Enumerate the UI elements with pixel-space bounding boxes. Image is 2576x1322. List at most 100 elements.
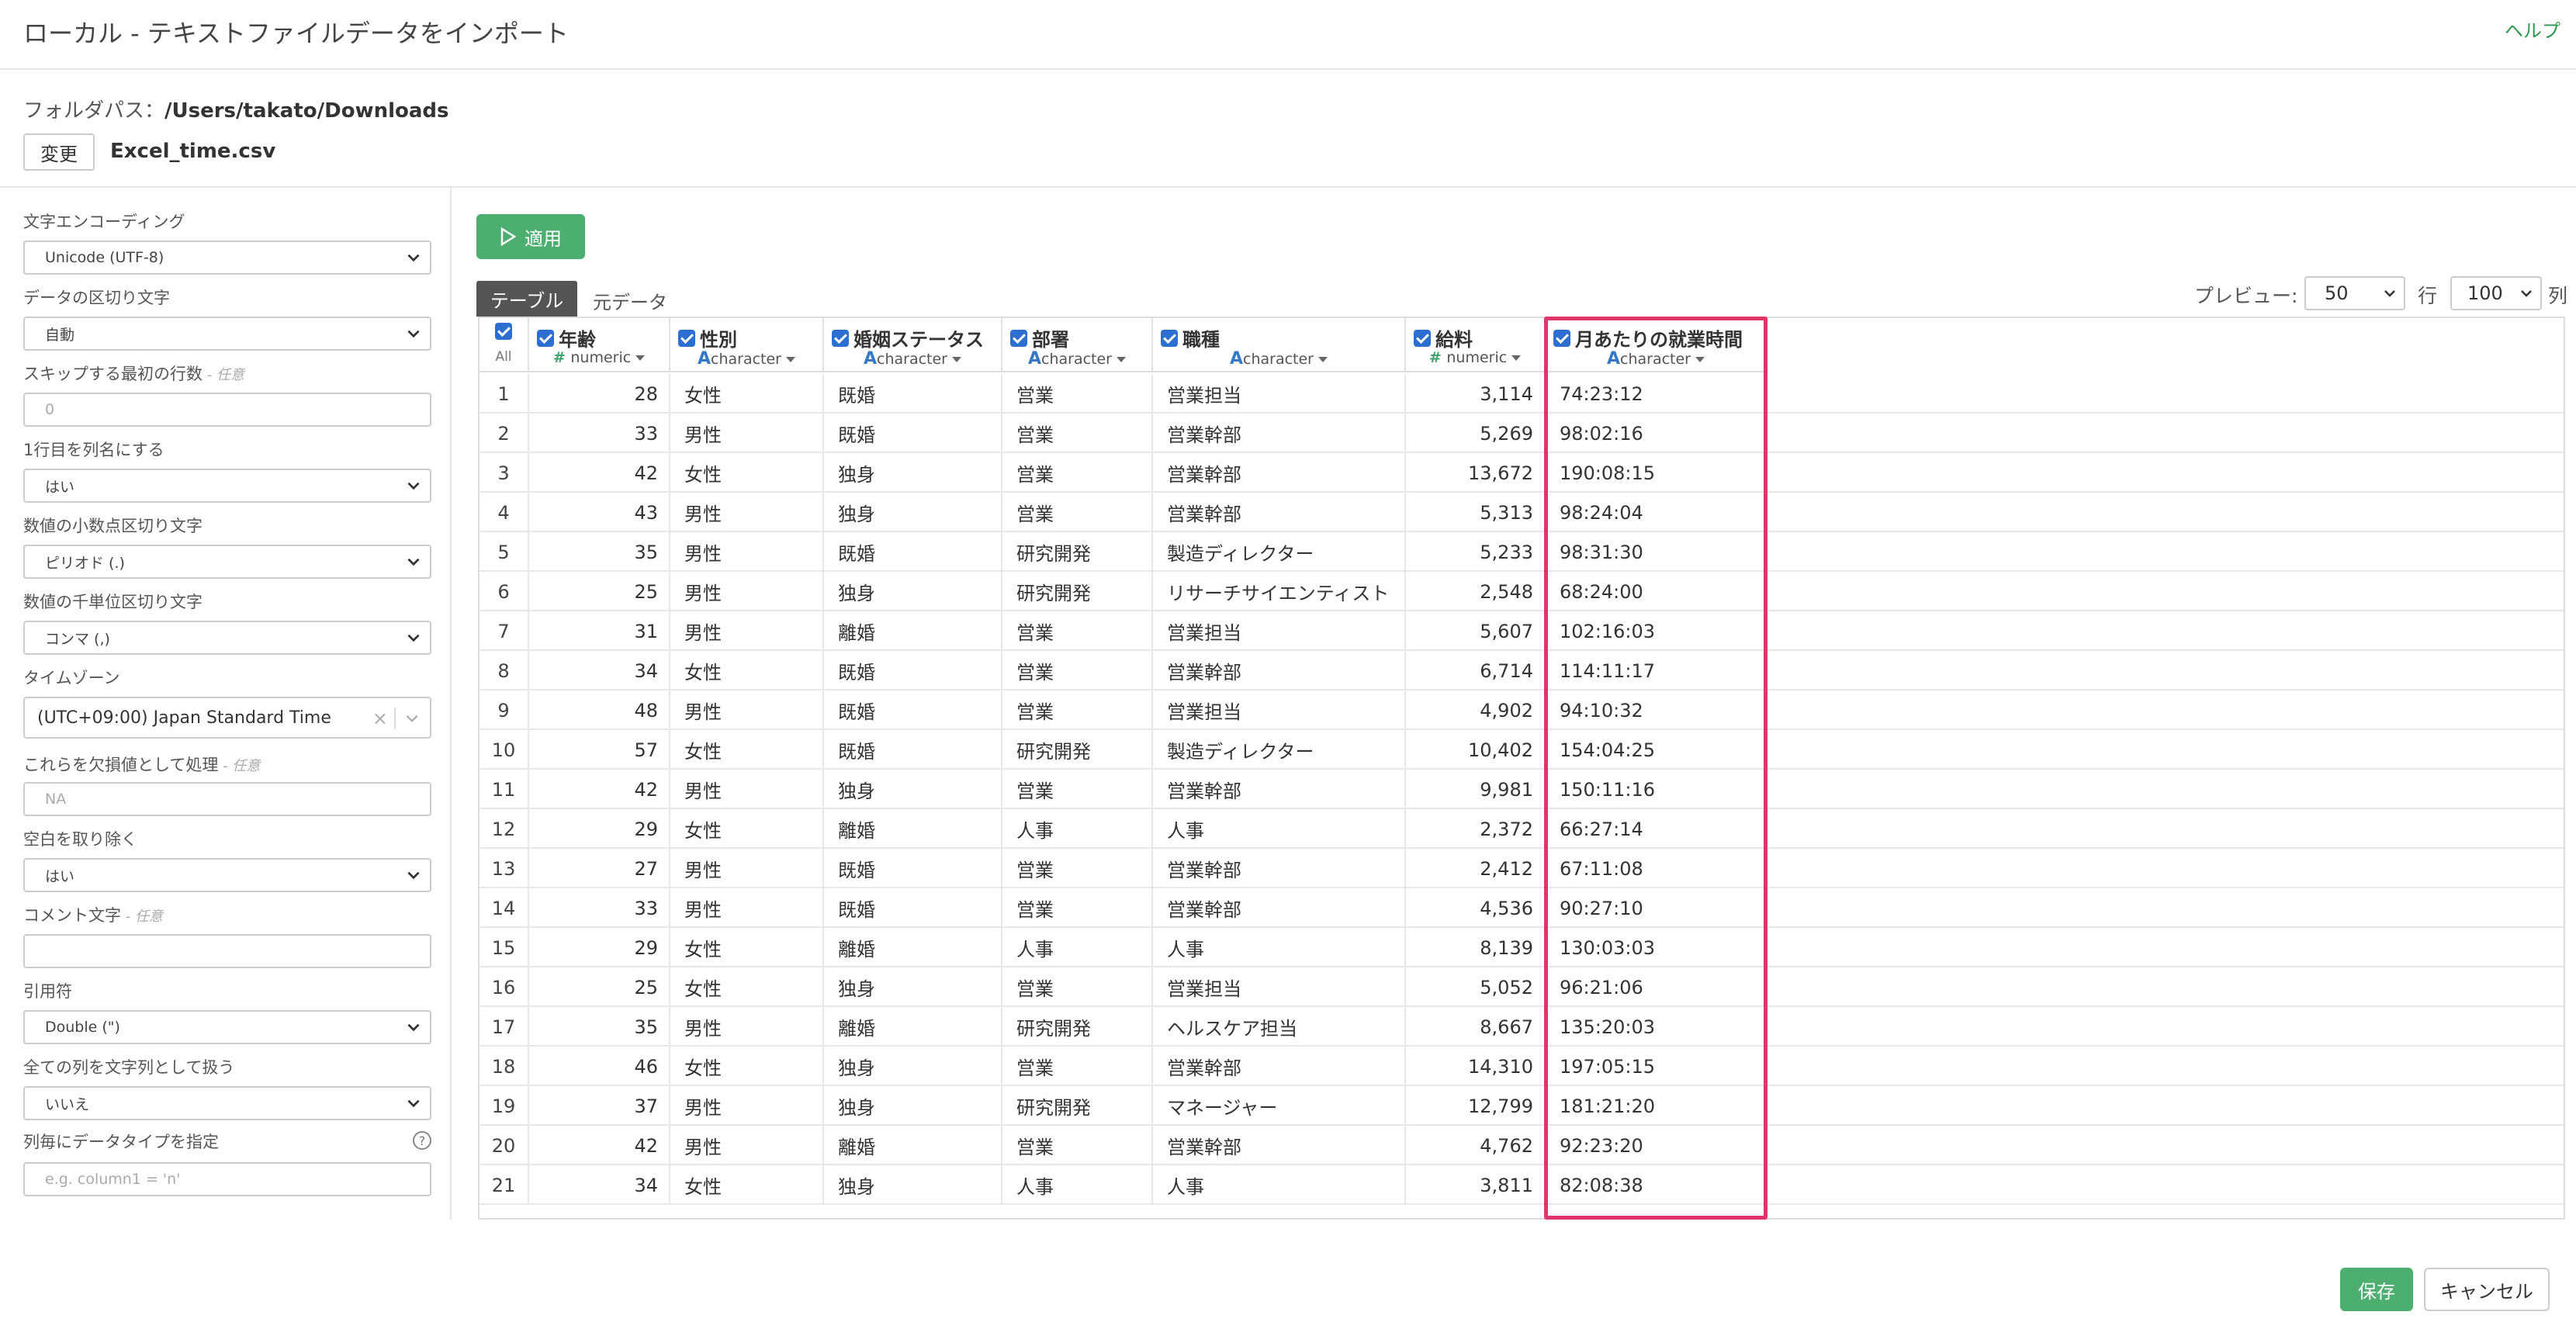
column-name-label: 婚姻ステータス (853, 329, 984, 351)
column-header[interactable]: 婚姻ステータス Acharacter (824, 318, 1002, 372)
column-header[interactable]: 部署 Acharacter (1002, 318, 1153, 372)
table-row: 3 42 女性 独身 営業 営業幹部 13,672 190:08:15 (480, 453, 2564, 493)
comment-label: コメント文字 - 任意 (23, 903, 163, 926)
table-cell: 35 (529, 532, 670, 572)
folder-path-row: フォルダパス：/Users/takato/Downloads (23, 95, 449, 123)
tab-raw-data[interactable]: 元データ (593, 287, 667, 314)
table-cell: 4,902 (1406, 690, 1546, 730)
trim-ws-label: 空白を取り除く (23, 830, 137, 849)
timezone-select[interactable]: (UTC+09:00) Japan Standard Time × (23, 697, 431, 739)
column-name: 月あたりの就業時間 (1553, 324, 1743, 351)
delimiter-select[interactable]: 自動 (23, 317, 431, 351)
column-type-dropdown[interactable]: Acharacter (824, 349, 1001, 369)
encoding-label: 文字エンコーディング (23, 213, 185, 231)
save-button[interactable]: 保存 (2340, 1268, 2413, 1311)
caret-down-icon (1318, 357, 1328, 362)
character-type-icon: A (1027, 349, 1042, 369)
decimal-sep-value: ピリオド (.) (45, 554, 125, 572)
table-cell: 研究開発 (1002, 1086, 1153, 1126)
encoding-select[interactable]: Unicode (UTF-8) (23, 241, 431, 275)
preview-cols-select[interactable]: 100 (2450, 276, 2542, 310)
chevron-down-icon (407, 482, 420, 490)
table-cell: 2,412 (1406, 849, 1546, 888)
column-checkbox[interactable] (678, 329, 695, 347)
table-cell: 31 (529, 611, 670, 651)
table-cell: 5,607 (1406, 611, 1546, 651)
row-number: 14 (480, 888, 529, 928)
trim-ws-select[interactable]: はい (23, 858, 431, 892)
chevron-down-icon (407, 871, 420, 880)
col-types-input[interactable]: e.g. column1 = 'n' (23, 1162, 431, 1196)
table-cell: 5,233 (1406, 532, 1546, 572)
table-cell: 130:03:03 (1546, 928, 1768, 967)
header-row-select[interactable]: はい (23, 469, 431, 503)
column-type-dropdown[interactable]: Acharacter (1546, 349, 1766, 369)
table-cell: 営業 (1002, 1047, 1153, 1086)
table-cell: 女性 (670, 1165, 824, 1205)
table-cell: 114:11:17 (1546, 651, 1768, 690)
thousands-sep-select[interactable]: コンマ (,) (23, 621, 431, 655)
column-name: 性別 (678, 324, 737, 351)
column-type-label: character (711, 351, 781, 368)
na-values-input[interactable]: NA (23, 782, 431, 816)
column-checkbox[interactable] (537, 329, 554, 347)
column-header[interactable]: 年齢 # numeric (529, 318, 670, 372)
column-type-dropdown[interactable]: Acharacter (1002, 349, 1151, 369)
table-row: 14 33 男性 既婚 営業 営業幹部 4,536 90:27:10 (480, 888, 2564, 928)
row-number: 12 (480, 809, 529, 849)
table-cell: 独身 (824, 1086, 1002, 1126)
decimal-sep-select[interactable]: ピリオド (.) (23, 545, 431, 579)
cancel-button[interactable]: キャンセル (2424, 1268, 2550, 1311)
column-checkbox[interactable] (1553, 329, 1570, 347)
comment-label-text: コメント文字 (23, 906, 121, 925)
column-header[interactable]: 性別 Acharacter (670, 318, 824, 372)
skip-rows-input[interactable]: 0 (23, 393, 431, 427)
change-folder-button[interactable]: 変更 (23, 133, 95, 171)
clear-icon[interactable]: × (372, 708, 388, 729)
tab-table[interactable]: テーブル (476, 281, 577, 317)
apply-button[interactable]: 適用 (476, 214, 585, 259)
column-checkbox[interactable] (832, 329, 849, 347)
table-cell: 人事 (1153, 809, 1406, 849)
column-type-dropdown[interactable]: Acharacter (670, 349, 822, 369)
table-cell: 190:08:15 (1546, 453, 1768, 493)
table-cell: 女性 (670, 374, 824, 414)
table-cell: 57 (529, 730, 670, 770)
encoding-value: Unicode (UTF-8) (45, 249, 164, 266)
preview-label: プレビュー: (2194, 285, 2298, 307)
apply-label: 適用 (525, 227, 562, 250)
select-all-header[interactable]: All (480, 318, 529, 372)
column-checkbox[interactable] (1161, 329, 1178, 347)
table-cell: 29 (529, 928, 670, 967)
table-row: 9 48 男性 既婚 営業 営業担当 4,902 94:10:32 (480, 690, 2564, 730)
table-cell: 独身 (824, 1047, 1002, 1086)
column-header[interactable]: 職種 Acharacter (1153, 318, 1406, 372)
table-cell: 男性 (670, 611, 824, 651)
preview-rows-select[interactable]: 50 (2304, 276, 2405, 310)
table-cell: 10,402 (1406, 730, 1546, 770)
column-checkbox[interactable] (1010, 329, 1027, 347)
table-cell: 154:04:25 (1546, 730, 1768, 770)
all-char-select[interactable]: いいえ (23, 1086, 431, 1120)
column-type-dropdown[interactable]: Acharacter (1153, 349, 1404, 369)
quote-select[interactable]: Double (") (23, 1010, 431, 1044)
table-cell: 43 (529, 493, 670, 532)
table-cell: 3,811 (1406, 1165, 1546, 1205)
table-row: 15 29 女性 離婚 人事 人事 8,139 130:03:03 (480, 928, 2564, 967)
table-cell: 独身 (824, 1165, 1002, 1205)
column-name-label: 給料 (1435, 329, 1473, 351)
caret-down-icon (635, 355, 646, 361)
table-cell: ヘルスケア担当 (1153, 1007, 1406, 1047)
table-cell: 離婚 (824, 809, 1002, 849)
question-icon[interactable]: ? (413, 1131, 431, 1150)
column-header[interactable]: 月あたりの就業時間 Acharacter (1546, 318, 1768, 372)
table-cell: 営業 (1002, 690, 1153, 730)
column-header[interactable]: 給料 # numeric (1406, 318, 1546, 372)
table-cell: 女性 (670, 730, 824, 770)
help-link[interactable]: ヘルプ (2505, 16, 2560, 43)
column-type-dropdown[interactable]: # numeric (529, 349, 669, 366)
column-type-dropdown[interactable]: # numeric (1406, 349, 1544, 366)
select-all-checkbox[interactable] (495, 323, 512, 340)
column-checkbox[interactable] (1414, 329, 1431, 347)
comment-input[interactable] (23, 934, 431, 968)
